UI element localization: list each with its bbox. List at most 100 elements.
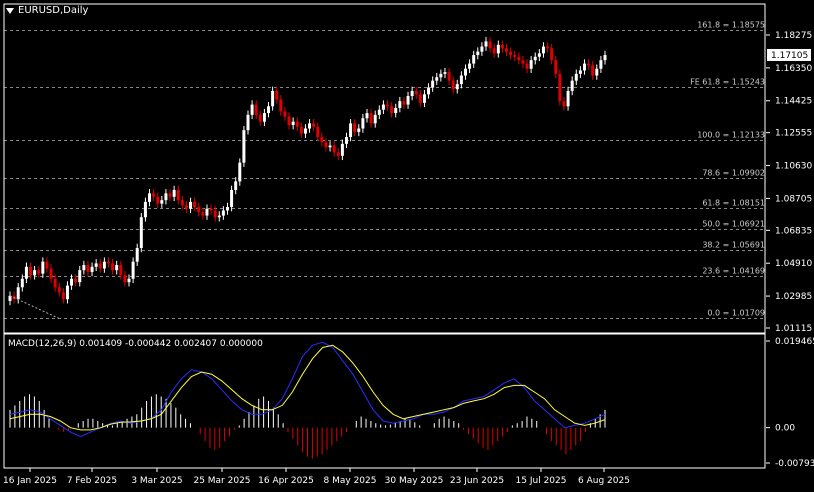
candle-body [172, 189, 176, 197]
macd-indicator-label: MACD(12,26,9) 0.001409 -0.000442 0.00240… [8, 339, 263, 349]
candle-body [287, 116, 291, 126]
candle-body [435, 77, 439, 81]
candle-body [381, 104, 385, 110]
candle-body [386, 104, 390, 107]
price-tick-label: 1.01115 [775, 324, 812, 334]
candle-body [213, 210, 217, 218]
fib-label: 78.6 = 1.09902 [702, 169, 765, 178]
candle-body [373, 114, 377, 124]
candle-body [496, 44, 500, 54]
candle-body [98, 263, 102, 269]
macd-panel [9, 341, 606, 459]
candle-body [554, 60, 558, 74]
candle-body [275, 90, 279, 100]
date-tick-label: 30 May 2025 [385, 476, 444, 486]
candle-body [582, 63, 586, 71]
candle-body [357, 128, 361, 132]
candle-body [127, 278, 131, 283]
candle-body [533, 56, 537, 61]
candle-body [463, 68, 467, 76]
candle-body [106, 261, 110, 264]
candle-body [168, 193, 172, 197]
candle-body [361, 118, 365, 129]
candle-body [225, 207, 229, 211]
candle-body [521, 60, 525, 64]
candle-body [119, 265, 123, 276]
date-tick-label: 15 Jul 2025 [516, 476, 567, 486]
dropdown-triangle-icon[interactable] [6, 7, 14, 14]
candle-body [320, 137, 324, 143]
candle-body [349, 123, 353, 138]
price-panel: 161.8 = 1.18575 FE 61.8 = 1.15243 100.0 = … [4, 21, 765, 320]
candle-body [402, 101, 406, 105]
candle-body [410, 90, 414, 97]
candle-body [517, 56, 521, 61]
candle-body [180, 200, 184, 206]
candle-body [115, 265, 119, 271]
candle-body [90, 266, 94, 272]
candle-body [283, 111, 287, 117]
symbol-title[interactable]: EURUSD,Daily [6, 5, 88, 16]
candle-body [242, 130, 246, 163]
price-tick-label: 1.16350 [775, 64, 812, 74]
date-tick-label: 25 Mar 2025 [193, 476, 250, 486]
date-tick-label: 7 Feb 2025 [67, 476, 117, 486]
candle-body [377, 109, 381, 115]
candle-body [447, 72, 451, 81]
candle-body [111, 263, 115, 271]
candle-body [574, 73, 578, 81]
candle-body [513, 55, 517, 57]
price-tick-label: 1.18275 [775, 31, 812, 41]
candle-body [529, 60, 533, 69]
date-tick-label: 8 May 2025 [324, 476, 377, 486]
candle-body [340, 143, 344, 156]
fib-label: 23.6 = 1.04169 [702, 267, 765, 276]
price-tick-label: 1.02985 [775, 292, 812, 302]
macd-tick-label: -0.007939 [775, 459, 814, 469]
candle-body [332, 145, 336, 153]
candle-body [406, 96, 410, 105]
candle-body [525, 63, 529, 69]
candle-body [591, 65, 595, 76]
candle-body [324, 142, 328, 148]
candle-body [78, 270, 82, 283]
candle-body [316, 126, 320, 138]
candle-body [20, 278, 24, 288]
candle-body [587, 63, 591, 66]
candle-body [230, 189, 234, 208]
candle-body [205, 208, 209, 216]
candle-body [262, 113, 266, 122]
symbol-title-text: EURUSD,Daily [18, 5, 89, 16]
candle-body [443, 72, 447, 74]
candle-body [500, 44, 504, 49]
candle-body [439, 73, 443, 78]
candle-body [566, 90, 570, 107]
candle-body [189, 201, 193, 209]
candle-body [299, 126, 303, 134]
candle-body [131, 261, 135, 279]
candle-body [139, 217, 143, 249]
candle-body [102, 261, 106, 269]
candle-body [414, 90, 418, 95]
price-frame [3, 3, 766, 334]
trend-line [9, 295, 61, 320]
candle-body [468, 63, 472, 69]
macd-tick-label: 0.00 [775, 424, 795, 434]
candle-body [541, 46, 545, 54]
macd-tick-label: 0.019465 [775, 337, 814, 347]
candle-body [422, 94, 426, 103]
candle-body [279, 99, 283, 112]
signal-line [9, 344, 606, 431]
candle-body [143, 201, 147, 218]
candle-body [562, 101, 566, 107]
candle-body [74, 278, 78, 283]
candle-body [595, 68, 599, 76]
candle-body [246, 114, 250, 131]
candle-body [24, 266, 28, 279]
candle-body [295, 121, 299, 127]
candle-body [480, 46, 484, 52]
price-tick-label: 1.10630 [775, 162, 812, 172]
date-tick-label: 16 Apr 2025 [258, 476, 314, 486]
candle-body [193, 201, 197, 208]
price-tick-label: 1.12555 [775, 129, 812, 139]
